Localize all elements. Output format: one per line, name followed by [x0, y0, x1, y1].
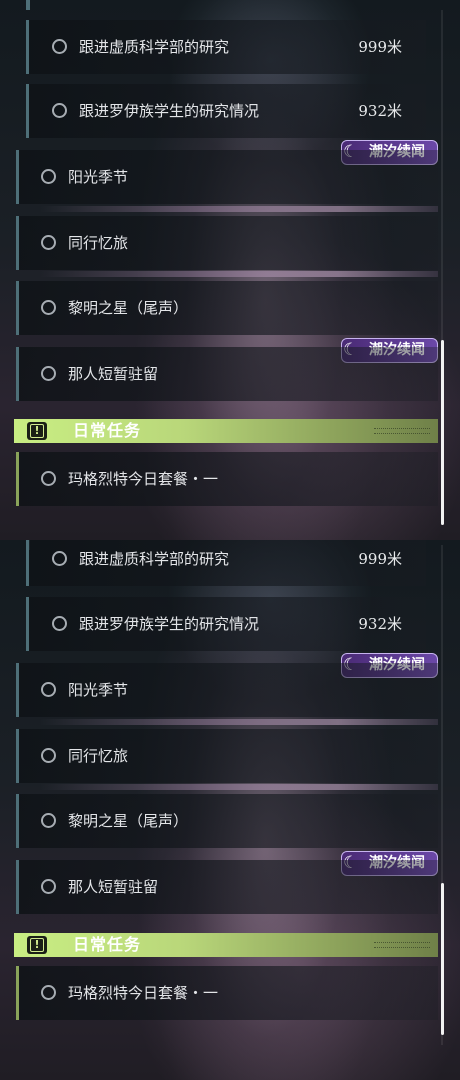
- quest-status-circle-icon: [41, 366, 56, 381]
- quest-distance: 932米: [358, 102, 402, 120]
- quest-label: 同行忆旅: [68, 234, 129, 252]
- quest-row-main-3[interactable]: 黎明之星（尾声）: [16, 281, 438, 335]
- quest-distance: 999米: [358, 550, 402, 568]
- quest-label: 阳光季节: [68, 681, 129, 699]
- daily-quest-row-1[interactable]: 玛格烈特今日套餐・一: [16, 452, 438, 506]
- header-decoration: [374, 428, 430, 434]
- quest-status-circle-icon: [41, 169, 56, 184]
- quest-label: 那人短暂驻留: [68, 365, 159, 383]
- quest-label: 那人短暂驻留: [68, 878, 159, 896]
- quest-row-sub-1[interactable]: 跟进虚质科学部的研究 999米: [26, 20, 426, 74]
- quest-distance: 999米: [358, 38, 402, 56]
- exclamation-icon: !: [27, 936, 47, 954]
- divider: [40, 271, 438, 277]
- divider: [40, 719, 438, 725]
- quest-row-main-4[interactable]: 那人短暂驻留: [16, 860, 438, 914]
- quest-line-fade: [26, 0, 30, 10]
- quest-label: 跟进罗伊族学生的研究情况: [79, 615, 260, 633]
- divider: [40, 206, 438, 212]
- quest-status-circle-icon: [52, 39, 67, 54]
- quest-status-circle-icon: [41, 682, 56, 697]
- quest-row-main-2[interactable]: 同行忆旅: [16, 216, 438, 270]
- quest-panel-bottom: 跟进虚质科学部的研究 999米 跟进罗伊族学生的研究情况 932米 ☾ 潮汐续闻…: [0, 540, 460, 1080]
- quest-label: 阳光季节: [68, 168, 129, 186]
- daily-quest-header[interactable]: ! 日常任务: [14, 933, 438, 957]
- quest-distance: 932米: [358, 615, 402, 633]
- scrollbar-thumb[interactable]: [441, 340, 444, 525]
- quest-status-circle-icon: [52, 551, 67, 566]
- quest-row-sub-1[interactable]: 跟进虚质科学部的研究 999米: [26, 540, 426, 586]
- quest-row-main-2[interactable]: 同行忆旅: [16, 729, 438, 783]
- daily-quest-header[interactable]: ! 日常任务: [14, 419, 438, 443]
- quest-status-circle-icon: [41, 813, 56, 828]
- quest-status-circle-icon: [52, 616, 67, 631]
- daily-quest-title: 日常任务: [73, 935, 142, 954]
- quest-panel-top: 跟进虚质科学部的研究 999米 跟进罗伊族学生的研究情况 932米 ☾ 潮汐续闻…: [0, 0, 460, 540]
- quest-status-circle-icon: [41, 300, 56, 315]
- quest-status-circle-icon: [41, 985, 56, 1000]
- quest-label: 跟进虚质科学部的研究: [79, 38, 230, 56]
- exclamation-icon: !: [27, 422, 47, 440]
- quest-label: 玛格烈特今日套餐・一: [68, 984, 219, 1002]
- quest-label: 跟进罗伊族学生的研究情况: [79, 102, 260, 120]
- quest-label: 黎明之星（尾声）: [68, 812, 189, 830]
- divider: [40, 784, 438, 790]
- quest-status-circle-icon: [41, 748, 56, 763]
- daily-quest-title: 日常任务: [73, 421, 142, 440]
- header-decoration: [374, 942, 430, 948]
- quest-status-circle-icon: [41, 879, 56, 894]
- quest-row-sub-2[interactable]: 跟进罗伊族学生的研究情况 932米: [26, 597, 426, 651]
- quest-label: 同行忆旅: [68, 747, 129, 765]
- quest-row-main-1[interactable]: 阳光季节: [16, 150, 438, 204]
- scrollbar-thumb[interactable]: [441, 883, 444, 1035]
- quest-label: 跟进虚质科学部的研究: [79, 550, 230, 568]
- quest-row-sub-2[interactable]: 跟进罗伊族学生的研究情况 932米: [26, 84, 426, 138]
- quest-status-circle-icon: [41, 235, 56, 250]
- quest-label: 玛格烈特今日套餐・一: [68, 470, 219, 488]
- quest-status-circle-icon: [52, 103, 67, 118]
- quest-row-main-1[interactable]: 阳光季节: [16, 663, 438, 717]
- quest-row-main-3[interactable]: 黎明之星（尾声）: [16, 794, 438, 848]
- quest-status-circle-icon: [41, 471, 56, 486]
- daily-quest-row-1[interactable]: 玛格烈特今日套餐・一: [16, 966, 438, 1020]
- quest-row-main-4[interactable]: 那人短暂驻留: [16, 347, 438, 401]
- quest-label: 黎明之星（尾声）: [68, 299, 189, 317]
